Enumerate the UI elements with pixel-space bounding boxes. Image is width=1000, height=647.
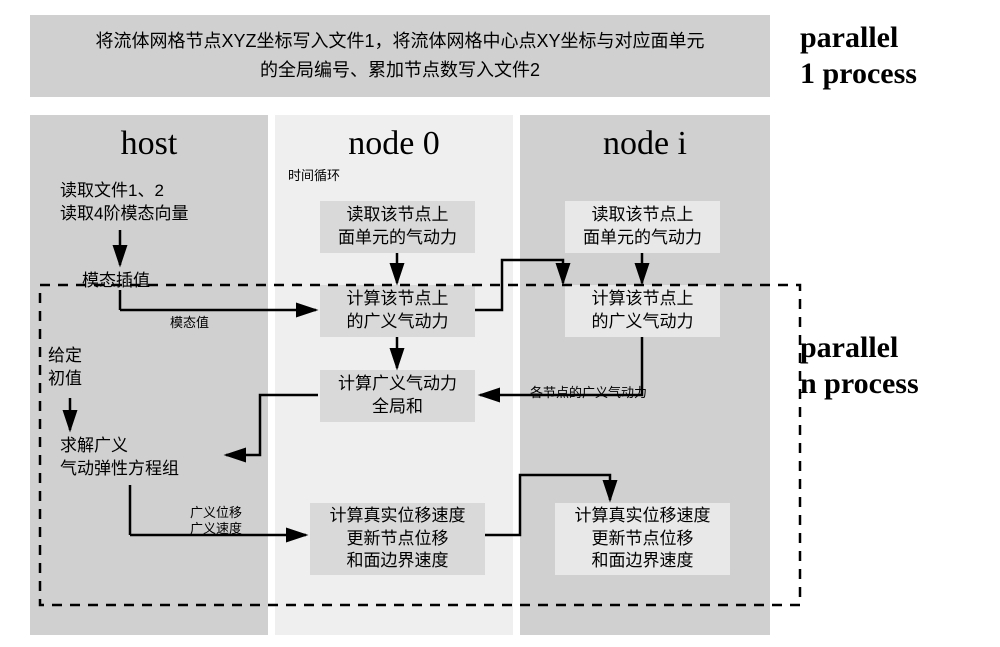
nodei-update-disp: 计算真实位移速度 更新节点位移 和面边界速度 bbox=[555, 503, 730, 575]
node0-calc-gen-aero: 计算该节点上 的广义气动力 bbox=[320, 285, 475, 337]
col-host-title: host bbox=[30, 115, 268, 163]
host-initial-value: 给定 初值 bbox=[48, 345, 82, 391]
top-banner-text: 将流体网格节点XYZ坐标写入文件1，将流体网格中心点XY坐标与对应面单元的全局编… bbox=[90, 27, 710, 85]
side-parallel-1: parallel 1 process bbox=[800, 20, 917, 92]
diagram-canvas: 将流体网格节点XYZ坐标写入文件1，将流体网格中心点XY坐标与对应面单元的全局编… bbox=[30, 15, 780, 635]
label-gen-disp-vel: 广义位移 广义速度 bbox=[190, 505, 242, 536]
nodei-read-aero: 读取该节点上 面单元的气动力 bbox=[565, 201, 720, 253]
host-modal-interp: 模态插值 bbox=[82, 270, 150, 293]
node0-read-aero: 读取该节点上 面单元的气动力 bbox=[320, 201, 475, 253]
col-nodei-title: node i bbox=[520, 115, 770, 163]
host-solve-eqs: 求解广义 气动弹性方程组 bbox=[60, 435, 179, 481]
label-modal-value: 模态值 bbox=[170, 315, 209, 331]
node0-update-disp: 计算真实位移速度 更新节点位移 和面边界速度 bbox=[310, 503, 485, 575]
side-parallel-n: parallel n process bbox=[800, 330, 919, 402]
nodei-calc-gen-aero: 计算该节点上 的广义气动力 bbox=[565, 285, 720, 337]
node0-sum-gen-aero: 计算广义气动力 全局和 bbox=[320, 370, 475, 422]
host-read-files: 读取文件1、2 读取4阶模态向量 bbox=[60, 180, 240, 226]
label-time-loop: 时间循环 bbox=[288, 168, 340, 184]
label-gen-aero-nodes: 各节点的广义气动力 bbox=[530, 385, 647, 401]
col-node0-title: node 0 bbox=[275, 115, 513, 163]
top-banner: 将流体网格节点XYZ坐标写入文件1，将流体网格中心点XY坐标与对应面单元的全局编… bbox=[30, 15, 770, 97]
